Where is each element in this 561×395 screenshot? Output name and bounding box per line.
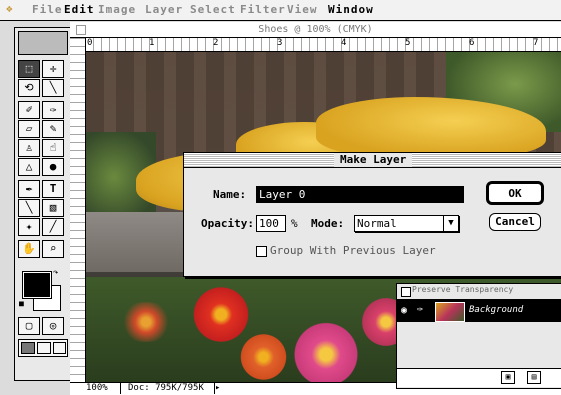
ruler-tick: 5 bbox=[405, 38, 411, 48]
document-size: Doc: 795K/795K bbox=[128, 383, 204, 393]
ruler-tick: 1 bbox=[149, 38, 155, 48]
mode-select[interactable]: Normal ▼ bbox=[354, 215, 459, 232]
paint-bucket-tool-icon[interactable]: ✦ bbox=[18, 218, 40, 236]
menu-view[interactable]: View bbox=[287, 3, 318, 16]
toolbox-logo bbox=[18, 31, 68, 55]
status-arrow-icon[interactable]: ▸ bbox=[214, 383, 220, 394]
eyedropper-tool-icon[interactable]: ╱ bbox=[42, 218, 64, 236]
layer-name: Background bbox=[469, 305, 524, 315]
layer-thumbnail bbox=[435, 302, 465, 322]
full-screen-icon[interactable] bbox=[53, 342, 66, 354]
gradient-tool-icon[interactable]: ▧ bbox=[42, 199, 64, 217]
line-tool-icon[interactable]: ╲ bbox=[18, 199, 40, 217]
full-screen-menu-icon[interactable] bbox=[37, 342, 51, 354]
eraser-tool-icon[interactable]: ▱ bbox=[18, 120, 40, 138]
menu-file[interactable]: File bbox=[32, 3, 63, 16]
ruler-tick: 2 bbox=[213, 38, 219, 48]
flower-small bbox=[116, 302, 176, 342]
ruler-tick: 4 bbox=[341, 38, 347, 48]
menu-bar: ❖ File Edit Image Layer Select Filter Vi… bbox=[0, 0, 561, 21]
foreground-color-swatch[interactable] bbox=[22, 271, 52, 299]
type-tool-icon[interactable]: T bbox=[42, 180, 64, 198]
pencil-tool-icon[interactable]: ✎ bbox=[42, 120, 64, 138]
hand-tool-icon[interactable]: ✋ bbox=[18, 240, 40, 258]
dodge-tool-icon[interactable]: ● bbox=[42, 158, 64, 176]
zoom-level[interactable]: 100% bbox=[86, 383, 108, 393]
group-checkbox[interactable] bbox=[256, 246, 267, 257]
marquee-tool-icon[interactable]: ⬚ bbox=[18, 60, 40, 78]
menu-layer[interactable]: Layer bbox=[145, 3, 183, 16]
standard-screen-icon[interactable] bbox=[21, 342, 35, 354]
make-layer-dialog: Make Layer Name: Layer 0 OK Cancel Opaci… bbox=[183, 152, 561, 277]
ruler-tick: 7 bbox=[533, 38, 539, 48]
magic-wand-tool-icon[interactable]: ╲ bbox=[42, 79, 64, 97]
name-label: Name: bbox=[213, 188, 247, 201]
pen-tool-icon[interactable]: ✒ bbox=[18, 180, 40, 198]
ruler-tick: 3 bbox=[277, 38, 283, 48]
opacity-field[interactable]: 100 bbox=[256, 215, 286, 232]
preserve-transparency-label: Preserve Transparency bbox=[412, 285, 514, 294]
mode-label: Mode: bbox=[311, 217, 345, 230]
airbrush-tool-icon[interactable]: ✐ bbox=[18, 101, 40, 119]
percent-sign: % bbox=[291, 217, 298, 230]
layers-palette-footer: ▣ ▤ bbox=[397, 368, 561, 387]
swap-colors-icon[interactable]: ↷ bbox=[53, 268, 63, 278]
new-layer-icon[interactable]: ▣ bbox=[501, 371, 515, 384]
document-close-icon[interactable] bbox=[76, 25, 86, 35]
document-title-bar[interactable]: Shoes @ 100% (CMYK) bbox=[70, 22, 561, 38]
menu-edit[interactable]: Edit bbox=[64, 3, 95, 16]
blur-tool-icon[interactable]: △ bbox=[18, 158, 40, 176]
ruler-tick: 6 bbox=[469, 38, 475, 48]
mode-value: Normal bbox=[357, 217, 397, 230]
ok-button[interactable]: OK bbox=[486, 181, 544, 205]
eye-icon[interactable]: ◉ bbox=[401, 305, 407, 316]
layer-row-background[interactable]: ◉ ✑ Background bbox=[397, 299, 561, 322]
zoom-tool-icon[interactable]: ⌕ bbox=[42, 240, 64, 258]
menu-window[interactable]: Window bbox=[328, 3, 374, 16]
flower-red bbox=[186, 287, 256, 342]
layer-name-field[interactable]: Layer 0 bbox=[256, 186, 464, 203]
smudge-tool-icon[interactable]: ☝ bbox=[42, 139, 64, 157]
apple-icon[interactable]: ❖ bbox=[6, 2, 14, 15]
dropdown-arrow-icon[interactable]: ▼ bbox=[443, 216, 458, 231]
flower-orange bbox=[236, 332, 291, 382]
lasso-tool-icon[interactable]: ⟲ bbox=[18, 79, 40, 97]
rubber-stamp-tool-icon[interactable]: ♙ bbox=[18, 139, 40, 157]
vertical-ruler[interactable] bbox=[70, 38, 86, 382]
ruler-tick: 0 bbox=[87, 38, 93, 48]
horizontal-ruler[interactable]: 0 1 2 3 4 5 6 7 bbox=[85, 38, 561, 52]
brush-icon[interactable]: ✑ bbox=[417, 304, 423, 315]
menu-image[interactable]: Image bbox=[98, 3, 136, 16]
preserve-transparency-checkbox[interactable] bbox=[401, 287, 411, 297]
dialog-title: Make Layer bbox=[334, 153, 413, 167]
trash-icon[interactable]: ▤ bbox=[527, 371, 541, 384]
toolbox: ⬚ ✛ ⟲ ╲ ✐ ✑ ▱ ✎ ♙ ☝ △ ● ✒ T ╲ ▧ ✦ ╱ ✋ ⌕ … bbox=[14, 27, 71, 381]
dialog-title-bar[interactable]: Make Layer bbox=[184, 153, 561, 168]
menu-filter[interactable]: Filter bbox=[240, 3, 286, 16]
move-tool-icon[interactable]: ✛ bbox=[42, 60, 64, 78]
layers-palette: Preserve Transparency ◉ ✑ Background ▣ ▤ bbox=[396, 283, 561, 389]
cancel-button[interactable]: Cancel bbox=[489, 213, 541, 231]
opacity-label: Opacity: bbox=[201, 217, 254, 230]
group-checkbox-label: Group With Previous Layer bbox=[270, 244, 436, 257]
standard-mode-icon[interactable]: ▢ bbox=[18, 317, 40, 335]
quick-mask-mode-icon[interactable]: ◎ bbox=[42, 317, 64, 335]
flower-pink bbox=[286, 322, 366, 382]
document-title: Shoes @ 100% (CMYK) bbox=[258, 24, 373, 35]
screen-mode-group bbox=[18, 339, 68, 357]
menu-select[interactable]: Select bbox=[190, 3, 236, 16]
default-colors-icon[interactable]: ■ bbox=[19, 300, 27, 308]
paintbrush-tool-icon[interactable]: ✑ bbox=[42, 101, 64, 119]
